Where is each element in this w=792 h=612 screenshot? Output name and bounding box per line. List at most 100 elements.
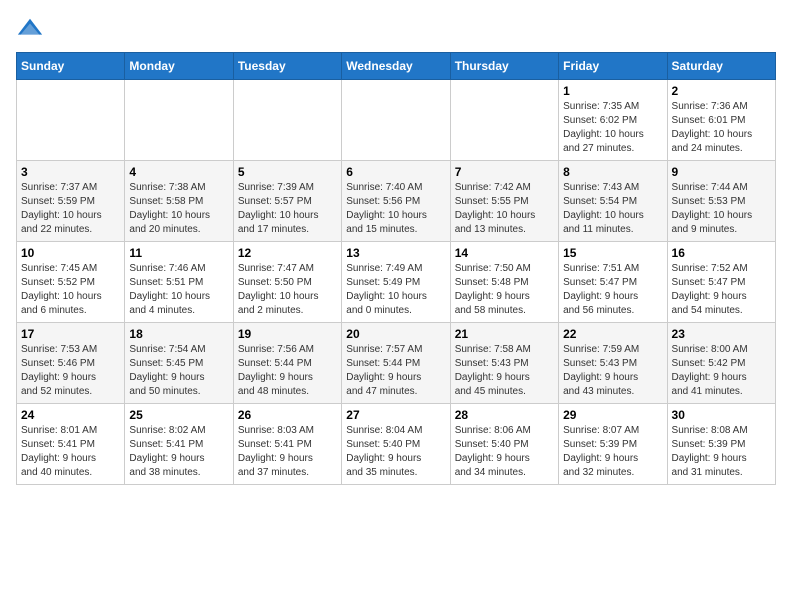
day-info: Sunrise: 7:58 AM Sunset: 5:43 PM Dayligh…	[455, 343, 554, 399]
day-info: Sunrise: 7:43 AM Sunset: 5:54 PM Dayligh…	[563, 181, 662, 237]
weekday-header: Monday	[125, 53, 233, 80]
calendar-cell: 28 Sunrise: 8:06 AM Sunset: 5:40 PM Dayli…	[450, 404, 558, 485]
calendar-cell: 3 Sunrise: 7:37 AM Sunset: 5:59 PM Daylig…	[17, 161, 125, 242]
calendar-cell: 15 Sunrise: 7:51 AM Sunset: 5:47 PM Dayli…	[559, 242, 667, 323]
calendar-cell: 8 Sunrise: 7:43 AM Sunset: 5:54 PM Daylig…	[559, 161, 667, 242]
day-number: 20	[346, 327, 445, 341]
day-info: Sunrise: 8:07 AM Sunset: 5:39 PM Dayligh…	[563, 424, 662, 480]
calendar-cell: 11 Sunrise: 7:46 AM Sunset: 5:51 PM Dayli…	[125, 242, 233, 323]
day-number: 14	[455, 246, 554, 260]
weekday-header: Tuesday	[233, 53, 341, 80]
day-number: 18	[129, 327, 228, 341]
calendar-cell: 20 Sunrise: 7:57 AM Sunset: 5:44 PM Dayli…	[342, 323, 450, 404]
day-info: Sunrise: 7:54 AM Sunset: 5:45 PM Dayligh…	[129, 343, 228, 399]
calendar-cell: 14 Sunrise: 7:50 AM Sunset: 5:48 PM Dayli…	[450, 242, 558, 323]
calendar-cell: 12 Sunrise: 7:47 AM Sunset: 5:50 PM Dayli…	[233, 242, 341, 323]
day-number: 11	[129, 246, 228, 260]
calendar-cell	[342, 80, 450, 161]
day-number: 21	[455, 327, 554, 341]
day-number: 15	[563, 246, 662, 260]
day-info: Sunrise: 8:00 AM Sunset: 5:42 PM Dayligh…	[672, 343, 771, 399]
day-info: Sunrise: 7:36 AM Sunset: 6:01 PM Dayligh…	[672, 100, 771, 156]
day-number: 5	[238, 165, 337, 179]
day-number: 3	[21, 165, 120, 179]
weekday-header-row: SundayMondayTuesdayWednesdayThursdayFrid…	[17, 53, 776, 80]
calendar-cell: 26 Sunrise: 8:03 AM Sunset: 5:41 PM Dayli…	[233, 404, 341, 485]
weekday-header: Friday	[559, 53, 667, 80]
calendar-cell: 27 Sunrise: 8:04 AM Sunset: 5:40 PM Dayli…	[342, 404, 450, 485]
day-number: 17	[21, 327, 120, 341]
day-info: Sunrise: 8:08 AM Sunset: 5:39 PM Dayligh…	[672, 424, 771, 480]
calendar-week-row: 1 Sunrise: 7:35 AM Sunset: 6:02 PM Daylig…	[17, 80, 776, 161]
day-number: 6	[346, 165, 445, 179]
day-info: Sunrise: 7:42 AM Sunset: 5:55 PM Dayligh…	[455, 181, 554, 237]
calendar-cell: 23 Sunrise: 8:00 AM Sunset: 5:42 PM Dayli…	[667, 323, 775, 404]
day-number: 16	[672, 246, 771, 260]
calendar-cell: 22Sunrise: 7:59 AM Sunset: 5:43 PM Dayli…	[559, 323, 667, 404]
day-info: Sunrise: 8:02 AM Sunset: 5:41 PM Dayligh…	[129, 424, 228, 480]
calendar-cell: 30 Sunrise: 8:08 AM Sunset: 5:39 PM Dayli…	[667, 404, 775, 485]
calendar-cell: 7 Sunrise: 7:42 AM Sunset: 5:55 PM Daylig…	[450, 161, 558, 242]
day-number: 28	[455, 408, 554, 422]
day-info: Sunrise: 7:51 AM Sunset: 5:47 PM Dayligh…	[563, 262, 662, 318]
day-info: Sunrise: 7:40 AM Sunset: 5:56 PM Dayligh…	[346, 181, 445, 237]
calendar-cell: 17 Sunrise: 7:53 AM Sunset: 5:46 PM Dayli…	[17, 323, 125, 404]
day-info: Sunrise: 7:45 AM Sunset: 5:52 PM Dayligh…	[21, 262, 120, 318]
calendar-cell	[450, 80, 558, 161]
day-info: Sunrise: 7:39 AM Sunset: 5:57 PM Dayligh…	[238, 181, 337, 237]
day-info: Sunrise: 8:06 AM Sunset: 5:40 PM Dayligh…	[455, 424, 554, 480]
calendar-cell: 13Sunrise: 7:49 AM Sunset: 5:49 PM Dayli…	[342, 242, 450, 323]
day-number: 27	[346, 408, 445, 422]
day-number: 10	[21, 246, 120, 260]
day-info: Sunrise: 7:38 AM Sunset: 5:58 PM Dayligh…	[129, 181, 228, 237]
calendar-cell: 24Sunrise: 8:01 AM Sunset: 5:41 PM Dayli…	[17, 404, 125, 485]
day-info: Sunrise: 8:03 AM Sunset: 5:41 PM Dayligh…	[238, 424, 337, 480]
calendar-cell: 29Sunrise: 8:07 AM Sunset: 5:39 PM Dayli…	[559, 404, 667, 485]
day-info: Sunrise: 7:37 AM Sunset: 5:59 PM Dayligh…	[21, 181, 120, 237]
calendar-cell: 2 Sunrise: 7:36 AM Sunset: 6:01 PM Daylig…	[667, 80, 775, 161]
day-number: 25	[129, 408, 228, 422]
day-info: Sunrise: 7:59 AM Sunset: 5:43 PM Dayligh…	[563, 343, 662, 399]
day-number: 26	[238, 408, 337, 422]
calendar-week-row: 10 Sunrise: 7:45 AM Sunset: 5:52 PM Dayli…	[17, 242, 776, 323]
day-number: 30	[672, 408, 771, 422]
calendar-cell: 25 Sunrise: 8:02 AM Sunset: 5:41 PM Dayli…	[125, 404, 233, 485]
day-info: Sunrise: 7:53 AM Sunset: 5:46 PM Dayligh…	[21, 343, 120, 399]
calendar-week-row: 24Sunrise: 8:01 AM Sunset: 5:41 PM Dayli…	[17, 404, 776, 485]
day-number: 23	[672, 327, 771, 341]
day-info: Sunrise: 7:46 AM Sunset: 5:51 PM Dayligh…	[129, 262, 228, 318]
calendar-cell: 10 Sunrise: 7:45 AM Sunset: 5:52 PM Dayli…	[17, 242, 125, 323]
calendar-cell	[17, 80, 125, 161]
day-info: Sunrise: 7:35 AM Sunset: 6:02 PM Dayligh…	[563, 100, 662, 156]
day-number: 24	[21, 408, 120, 422]
calendar-cell: 21 Sunrise: 7:58 AM Sunset: 5:43 PM Dayli…	[450, 323, 558, 404]
weekday-header: Saturday	[667, 53, 775, 80]
calendar-cell: 18 Sunrise: 7:54 AM Sunset: 5:45 PM Dayli…	[125, 323, 233, 404]
calendar-cell	[125, 80, 233, 161]
day-info: Sunrise: 7:57 AM Sunset: 5:44 PM Dayligh…	[346, 343, 445, 399]
day-info: Sunrise: 7:56 AM Sunset: 5:44 PM Dayligh…	[238, 343, 337, 399]
day-info: Sunrise: 7:44 AM Sunset: 5:53 PM Dayligh…	[672, 181, 771, 237]
calendar-week-row: 3 Sunrise: 7:37 AM Sunset: 5:59 PM Daylig…	[17, 161, 776, 242]
day-number: 1	[563, 84, 662, 98]
calendar-cell: 4 Sunrise: 7:38 AM Sunset: 5:58 PM Daylig…	[125, 161, 233, 242]
page-header	[16, 16, 776, 44]
calendar-cell: 1 Sunrise: 7:35 AM Sunset: 6:02 PM Daylig…	[559, 80, 667, 161]
day-info: Sunrise: 8:04 AM Sunset: 5:40 PM Dayligh…	[346, 424, 445, 480]
day-number: 2	[672, 84, 771, 98]
calendar-cell: 6 Sunrise: 7:40 AM Sunset: 5:56 PM Daylig…	[342, 161, 450, 242]
day-number: 8	[563, 165, 662, 179]
calendar-cell: 19Sunrise: 7:56 AM Sunset: 5:44 PM Dayli…	[233, 323, 341, 404]
day-info: Sunrise: 7:49 AM Sunset: 5:49 PM Dayligh…	[346, 262, 445, 318]
day-number: 9	[672, 165, 771, 179]
calendar-cell: 9 Sunrise: 7:44 AM Sunset: 5:53 PM Daylig…	[667, 161, 775, 242]
day-number: 12	[238, 246, 337, 260]
day-info: Sunrise: 7:47 AM Sunset: 5:50 PM Dayligh…	[238, 262, 337, 318]
day-info: Sunrise: 7:50 AM Sunset: 5:48 PM Dayligh…	[455, 262, 554, 318]
weekday-header: Sunday	[17, 53, 125, 80]
calendar-week-row: 17 Sunrise: 7:53 AM Sunset: 5:46 PM Dayli…	[17, 323, 776, 404]
day-number: 4	[129, 165, 228, 179]
logo-icon	[16, 16, 44, 44]
day-number: 7	[455, 165, 554, 179]
logo	[16, 16, 48, 44]
